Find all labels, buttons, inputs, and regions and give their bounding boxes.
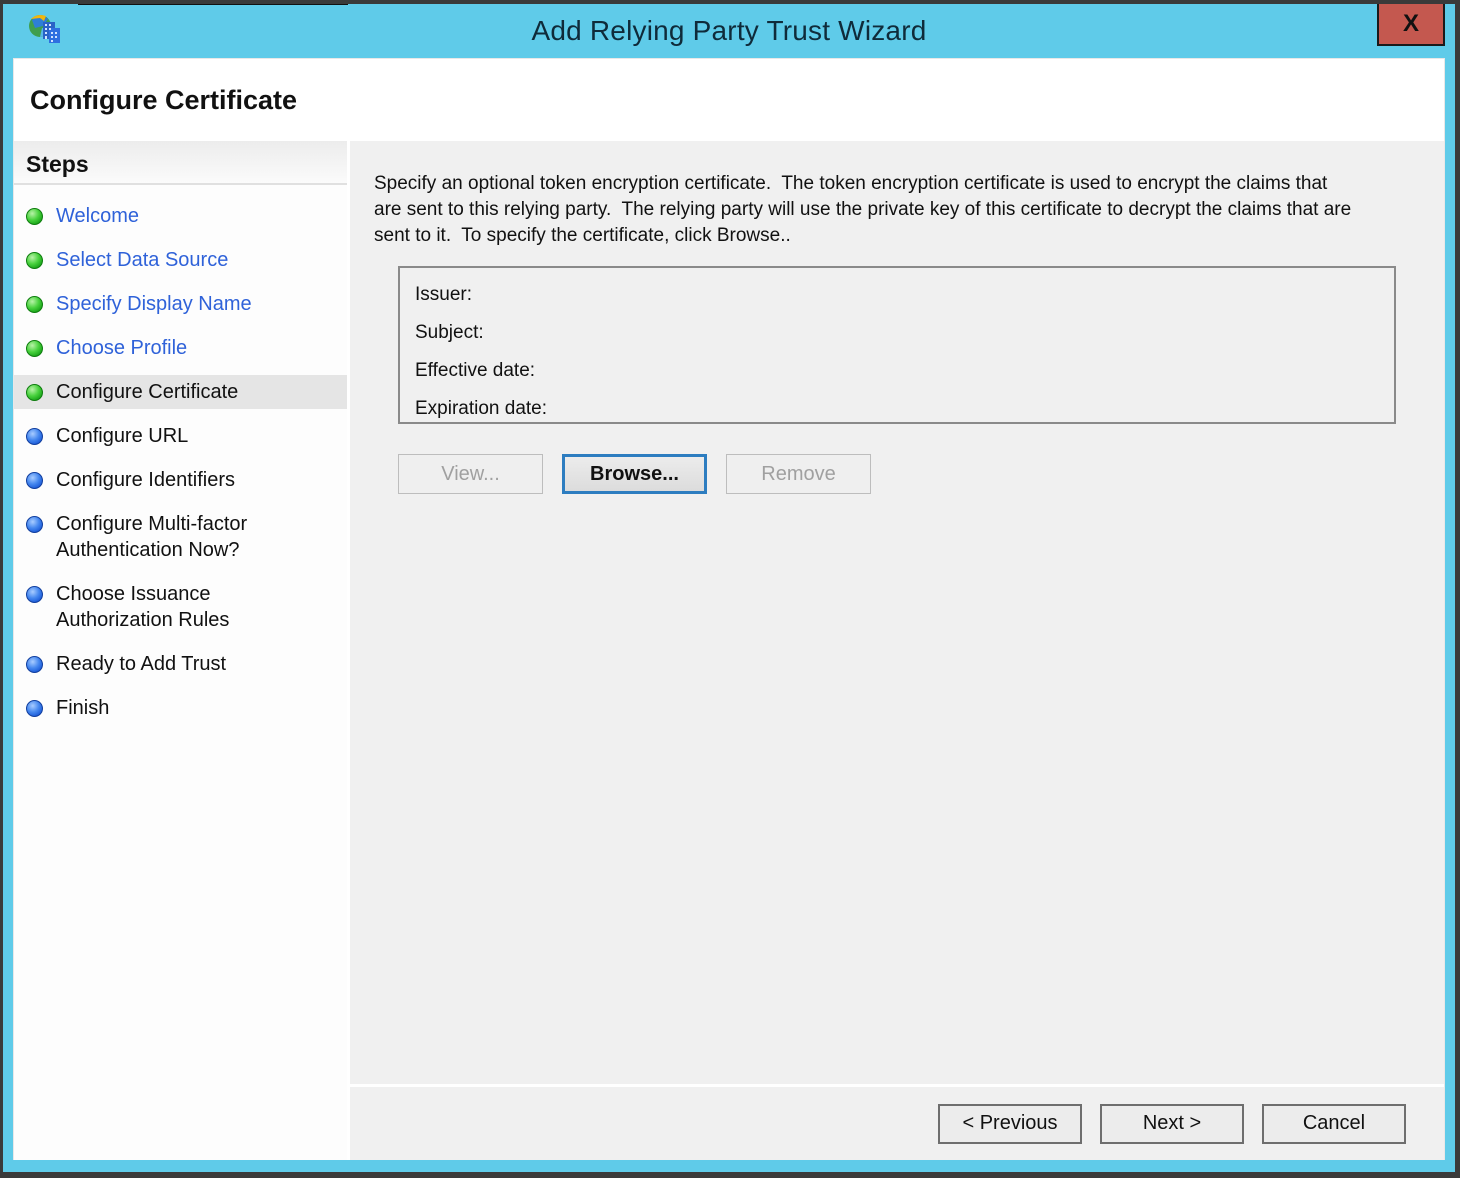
sidebar-item-choose-profile[interactable]: Choose Profile [14, 331, 347, 365]
title-bar: Add Relying Party Trust Wizard X [3, 4, 1455, 58]
page-header: Configure Certificate [14, 59, 1444, 141]
window-title: Add Relying Party Trust Wizard [531, 15, 927, 46]
adfs-wizard-icon [29, 15, 60, 43]
step-upcoming-icon [26, 656, 43, 673]
sidebar-item-configure-url: Configure URL [14, 419, 347, 453]
wizard-footer: < Previous Next > Cancel [350, 1084, 1444, 1160]
view-button: View... [398, 454, 543, 494]
expiration-date-label: Expiration date: [415, 398, 548, 419]
wizard-window: Add Relying Party Trust Wizard X Configu… [0, 0, 1460, 1178]
sidebar-item-configure-mfa: Configure Multi-factor Authentication No… [14, 507, 347, 567]
sidebar-item-ready-to-add-trust: Ready to Add Trust [14, 647, 347, 681]
cancel-button[interactable]: Cancel [1262, 1103, 1406, 1144]
browse-button[interactable]: Browse... [562, 454, 707, 494]
sidebar-item-specify-display-name[interactable]: Specify Display Name [14, 287, 347, 321]
step-done-icon [26, 208, 43, 225]
instruction-text: Specify an optional token encryption cer… [374, 173, 1357, 246]
step-current-icon [26, 384, 43, 401]
background-window-fragment [78, 4, 348, 5]
steps-sidebar: Steps Welcome Select Data Source Specify… [14, 141, 347, 1160]
step-upcoming-icon [26, 516, 43, 533]
subject-label: Subject: [415, 322, 484, 343]
sidebar-item-choose-issuance-rules: Choose Issuance Authorization Rules [14, 577, 347, 637]
close-button[interactable]: X [1377, 4, 1445, 46]
step-done-icon [26, 252, 43, 269]
steps-heading: Steps [14, 141, 347, 185]
step-done-icon [26, 340, 43, 357]
certificate-details-box: Issuer: Subject: Effective date: Expirat… [398, 266, 1396, 424]
sidebar-item-configure-certificate: Configure Certificate [14, 375, 347, 409]
step-upcoming-icon [26, 586, 43, 603]
step-upcoming-icon [26, 428, 43, 445]
step-upcoming-icon [26, 700, 43, 717]
step-upcoming-icon [26, 472, 43, 489]
steps-list: Welcome Select Data Source Specify Displ… [14, 185, 347, 725]
remove-button: Remove [726, 454, 871, 494]
sidebar-item-welcome[interactable]: Welcome [14, 199, 347, 233]
page-title: Configure Certificate [30, 84, 298, 115]
effective-date-label: Effective date: [415, 360, 536, 381]
main-content: Specify an optional token encryption cer… [350, 141, 1444, 1084]
step-done-icon [26, 296, 43, 313]
sidebar-item-select-data-source[interactable]: Select Data Source [14, 243, 347, 277]
issuer-label: Issuer: [415, 284, 473, 305]
sidebar-item-finish: Finish [14, 691, 347, 725]
next-button[interactable]: Next > [1100, 1103, 1244, 1144]
previous-button[interactable]: < Previous [938, 1103, 1082, 1144]
wizard-panel: Configure Certificate Steps Welcome Sele… [13, 58, 1445, 1160]
sidebar-item-configure-identifiers: Configure Identifiers [14, 463, 347, 497]
